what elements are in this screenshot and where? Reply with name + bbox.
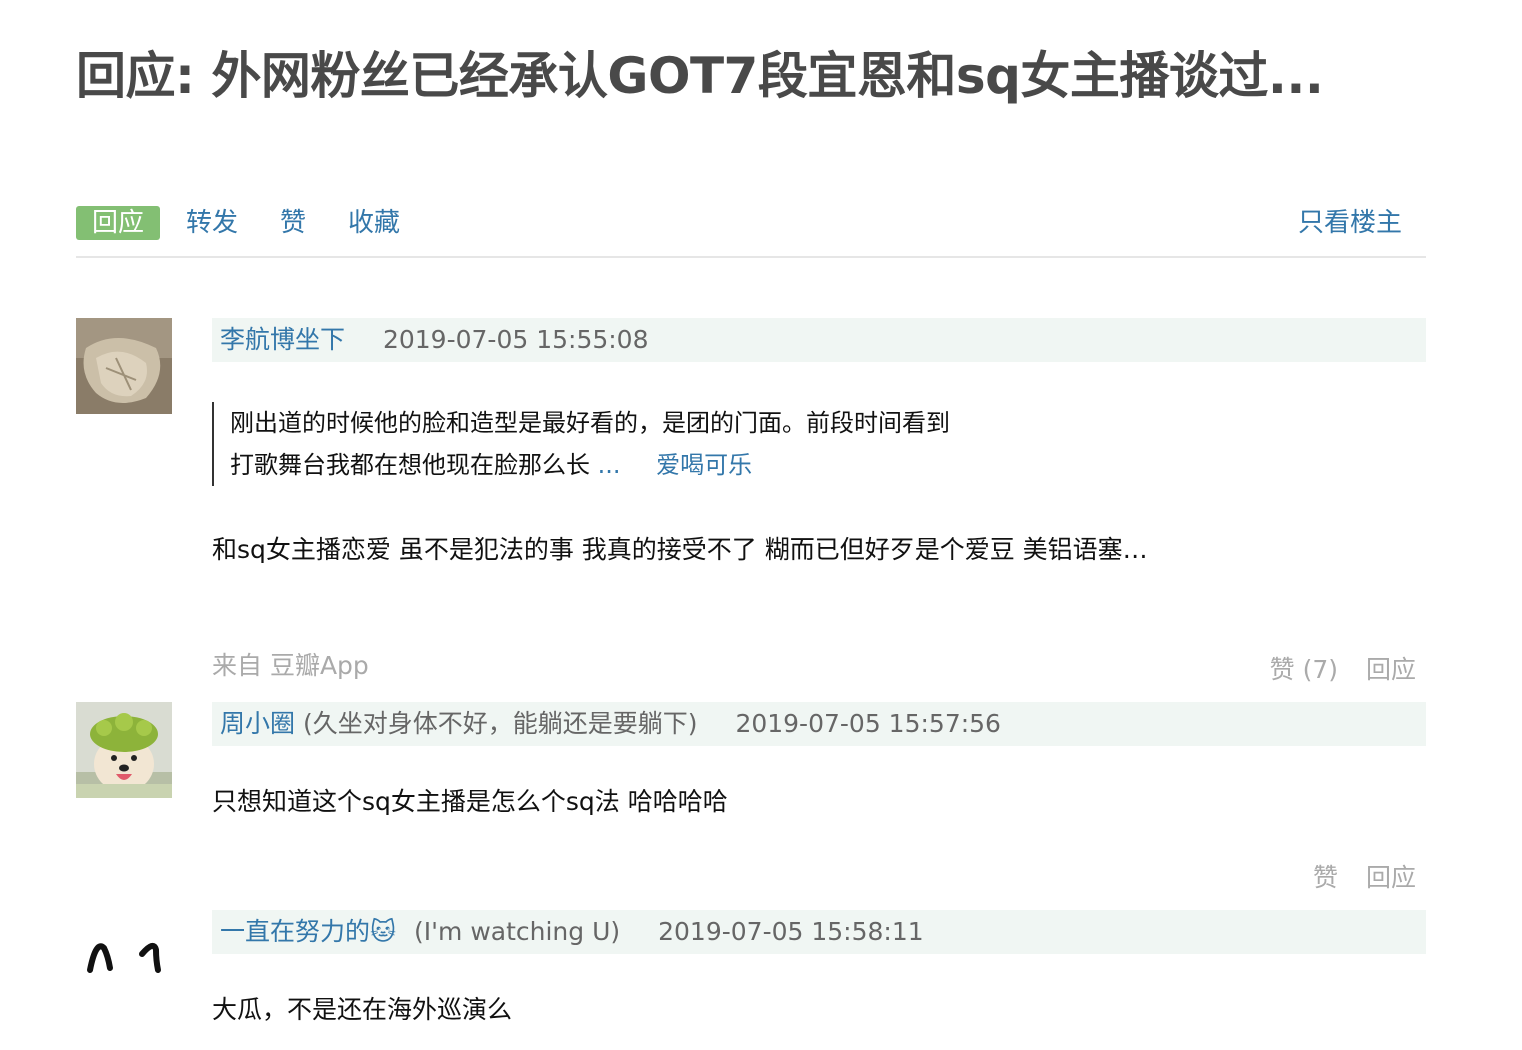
page-title: 回应: 外网粉丝已经承认GOT7段宜恩和sq女主播谈过...	[76, 47, 1324, 105]
like-link[interactable]: 赞	[280, 206, 306, 240]
comment-time: 2019-07-05 15:55:08	[382, 325, 649, 354]
comment-time: 2019-07-05 15:57:56	[735, 709, 1001, 738]
comment-content: 只想知道这个sq女主播是怎么个sq法 哈哈哈哈	[212, 787, 728, 816]
avatar[interactable]	[76, 318, 172, 414]
comment-ops: 赞 (7) 回应	[1250, 650, 1416, 686]
comment-ops: 赞 回应	[1293, 858, 1416, 894]
quote-expand-link[interactable]: ...	[598, 451, 621, 479]
comment-signature: (久坐对身体不好，能躺还是要躺下)	[302, 709, 698, 738]
comment-author[interactable]: 周小圈	[220, 709, 295, 738]
like-button[interactable]: 赞	[1313, 863, 1338, 892]
reply-link[interactable]: 回应	[1366, 863, 1416, 892]
quote-text-line1: 刚出道的时候他的脸和造型是最好看的，是团的门面。前段时间看到	[230, 409, 950, 437]
forward-link[interactable]: 转发	[186, 206, 238, 240]
comment-meta: 一直在努力的🐱 (I'm watching U) 2019-07-05 15:5…	[212, 910, 1426, 954]
only-op-link[interactable]: 只看楼主	[1298, 206, 1402, 240]
comment-author[interactable]: 李航博坐下	[220, 325, 345, 354]
reply-button[interactable]: 回应	[76, 206, 161, 240]
comment-item: 李航博坐下 2019-07-05 15:55:08 刚出道的时候他的脸和造型是最…	[76, 318, 1426, 688]
comment-item: 一直在努力的🐱 (I'm watching U) 2019-07-05 15:5…	[76, 910, 1426, 1050]
reply-link[interactable]: 回应	[1366, 655, 1416, 684]
quoted-reply: 刚出道的时候他的脸和造型是最好看的，是团的门面。前段时间看到 打歌舞台我都在想他…	[212, 402, 950, 486]
comment-meta: 周小圈 (久坐对身体不好，能躺还是要躺下) 2019-07-05 15:57:5…	[212, 702, 1426, 746]
quote-author-link[interactable]: 爱喝可乐	[656, 451, 752, 479]
comment-content: 大瓜，不是还在海外巡演么	[212, 995, 513, 1024]
avatar[interactable]	[76, 910, 172, 1006]
comment-item: 周小圈 (久坐对身体不好，能躺还是要躺下) 2019-07-05 15:57:5…	[76, 702, 1426, 902]
action-bar: 回应 转发 赞 收藏 只看楼主	[76, 196, 1426, 258]
comment-meta: 李航博坐下 2019-07-05 15:55:08	[212, 318, 1426, 362]
quote-text-line2: 打歌舞台我都在想他现在脸那么长	[230, 451, 590, 479]
comment-author[interactable]: 一直在努力的🐱	[220, 917, 396, 946]
like-button[interactable]: 赞 (7)	[1270, 655, 1338, 684]
collect-link[interactable]: 收藏	[348, 206, 400, 240]
comment-source: 来自 豆瓣App	[212, 651, 369, 680]
comment-time: 2019-07-05 15:58:11	[658, 917, 924, 946]
avatar[interactable]	[76, 702, 172, 798]
comment-signature: (I'm watching U)	[414, 917, 621, 946]
comment-content: 和sq女主播恋爱 虽不是犯法的事 我真的接受不了 糊而已但好歹是个爱豆 美铝语塞…	[212, 535, 1148, 564]
